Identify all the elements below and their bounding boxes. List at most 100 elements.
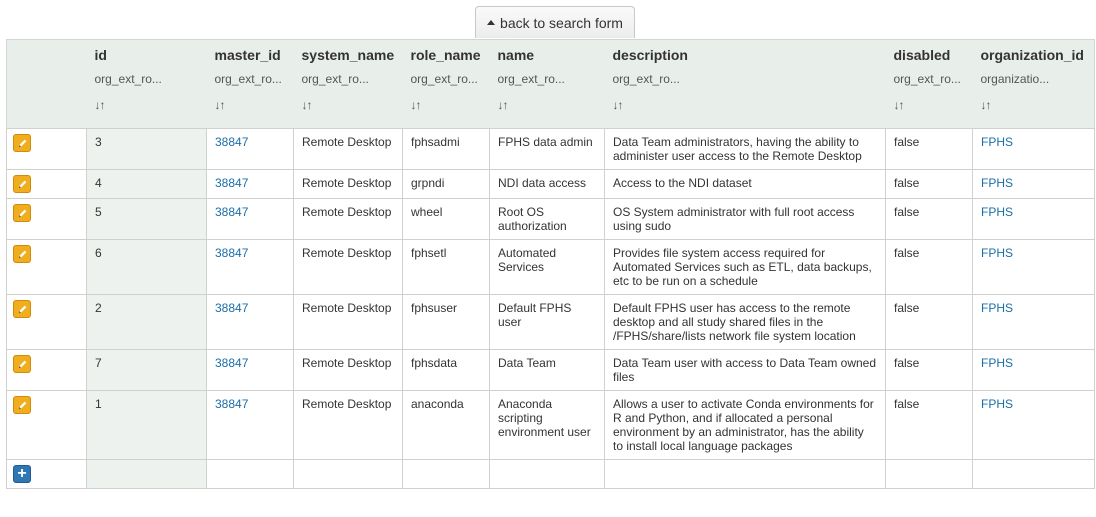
row-actions-cell xyxy=(6,198,87,240)
cell-master_id: 38847 xyxy=(206,198,294,240)
cell-name: Automated Services xyxy=(489,239,605,295)
header-actions-cell xyxy=(6,39,87,129)
edit-button[interactable] xyxy=(13,175,31,193)
master_id-link[interactable]: 38847 xyxy=(215,135,248,149)
header-disabled: disabled org_ext_ro... ↓↑ xyxy=(885,39,973,129)
master_id-link[interactable]: 38847 xyxy=(215,176,248,190)
master_id-link[interactable]: 38847 xyxy=(215,356,248,370)
organization_id-link[interactable]: FPHS xyxy=(981,356,1013,370)
back-to-search-button[interactable]: back to search form xyxy=(475,6,635,38)
organization_id-link[interactable]: FPHS xyxy=(981,397,1013,411)
pencil-icon xyxy=(17,400,28,411)
cell-disabled: false xyxy=(885,239,973,295)
organization_id-link[interactable]: FPHS xyxy=(981,246,1013,260)
cell-description: Data Team user with access to Data Team … xyxy=(604,349,886,391)
cell-id: 1 xyxy=(86,390,207,460)
cell-disabled: false xyxy=(885,390,973,460)
column-filter-master_id[interactable]: org_ext_ro... xyxy=(215,69,286,96)
column-title-organization_id[interactable]: organization_id xyxy=(981,40,1087,69)
header-id: id org_ext_ro... ↓↑ xyxy=(86,39,207,129)
edit-button[interactable] xyxy=(13,204,31,222)
cell-disabled: false xyxy=(885,198,973,240)
cell-role_name: fphsetl xyxy=(402,239,490,295)
cell-master_id: 38847 xyxy=(206,169,294,199)
cell-organization_id: FPHS xyxy=(972,128,1095,170)
sort-icon[interactable]: ↓↑ xyxy=(95,96,199,128)
column-filter-disabled[interactable]: org_ext_ro... xyxy=(894,69,965,96)
master_id-link[interactable]: 38847 xyxy=(215,301,248,315)
cell-system_name: Remote Desktop xyxy=(293,128,403,170)
row-actions-cell xyxy=(6,349,87,391)
row-actions-cell xyxy=(6,294,87,350)
column-title-description[interactable]: description xyxy=(613,40,878,69)
table-row: 2 38847 Remote Desktop fphsuser Default FPHS… xyxy=(6,294,1095,350)
table-body: 3 38847 Remote Desktop fphsadmi FPHS data ad… xyxy=(6,128,1095,489)
caret-up-icon xyxy=(487,19,496,25)
organization_id-link[interactable]: FPHS xyxy=(981,135,1013,149)
edit-button[interactable] xyxy=(13,355,31,373)
sort-icon[interactable]: ↓↑ xyxy=(498,96,597,128)
edit-button[interactable] xyxy=(13,134,31,152)
cell-role_name: wheel xyxy=(402,198,490,240)
cell-disabled: false xyxy=(885,349,973,391)
sort-icon[interactable]: ↓↑ xyxy=(411,96,482,128)
cell-organization_id: FPHS xyxy=(972,169,1095,199)
cell-description: OS System administrator with full root a… xyxy=(604,198,886,240)
column-title-disabled[interactable]: disabled xyxy=(894,40,965,69)
pencil-icon xyxy=(17,304,28,315)
table-row: 5 38847 Remote Desktop wheel Root OS authori… xyxy=(6,198,1095,240)
cell-organization_id: FPHS xyxy=(972,294,1095,350)
row-actions-cell xyxy=(6,128,87,170)
column-filter-organization_id[interactable]: organizatio... xyxy=(981,69,1087,96)
row-actions-cell xyxy=(6,390,87,460)
empty-cell xyxy=(293,459,403,489)
edit-button[interactable] xyxy=(13,245,31,263)
master_id-link[interactable]: 38847 xyxy=(215,246,248,260)
cell-id: 2 xyxy=(86,294,207,350)
column-filter-system_name[interactable]: org_ext_ro... xyxy=(302,69,395,96)
cell-master_id: 38847 xyxy=(206,128,294,170)
cell-description: Data Team administrators, having the abi… xyxy=(604,128,886,170)
master_id-link[interactable]: 38847 xyxy=(215,205,248,219)
empty-cell xyxy=(206,459,294,489)
results-table: id org_ext_ro... ↓↑ master_id org_ext_ro... ↓… xyxy=(6,39,1095,489)
column-title-id[interactable]: id xyxy=(95,40,199,69)
cell-disabled: false xyxy=(885,169,973,199)
table-row: 7 38847 Remote Desktop fphsdata Data Team Dat… xyxy=(6,349,1095,391)
column-title-master_id[interactable]: master_id xyxy=(215,40,286,69)
column-title-name[interactable]: name xyxy=(498,40,597,69)
column-filter-role_name[interactable]: org_ext_ro... xyxy=(411,69,482,96)
empty-cell xyxy=(489,459,605,489)
cell-name: Root OS authorization xyxy=(489,198,605,240)
header-role_name: role_name org_ext_ro... ↓↑ xyxy=(402,39,490,129)
cell-description: Access to the NDI dataset xyxy=(604,169,886,199)
cell-master_id: 38847 xyxy=(206,390,294,460)
organization_id-link[interactable]: FPHS xyxy=(981,301,1013,315)
organization_id-link[interactable]: FPHS xyxy=(981,205,1013,219)
cell-description: Provides file system access required for… xyxy=(604,239,886,295)
sort-icon[interactable]: ↓↑ xyxy=(302,96,395,128)
column-filter-name[interactable]: org_ext_ro... xyxy=(498,69,597,96)
pencil-icon xyxy=(17,208,28,219)
header-name: name org_ext_ro... ↓↑ xyxy=(489,39,605,129)
table-header-row: id org_ext_ro... ↓↑ master_id org_ext_ro... ↓… xyxy=(6,39,1095,129)
column-title-role_name[interactable]: role_name xyxy=(411,40,482,69)
add-row: + xyxy=(6,459,1095,489)
row-actions-cell xyxy=(6,169,87,199)
column-title-system_name[interactable]: system_name xyxy=(302,40,395,69)
cell-id: 3 xyxy=(86,128,207,170)
column-filter-description[interactable]: org_ext_ro... xyxy=(613,69,878,96)
add-record-button[interactable]: + xyxy=(13,465,31,483)
master_id-link[interactable]: 38847 xyxy=(215,397,248,411)
sort-icon[interactable]: ↓↑ xyxy=(981,96,1087,128)
cell-organization_id: FPHS xyxy=(972,390,1095,460)
column-filter-id[interactable]: org_ext_ro... xyxy=(95,69,199,96)
edit-button[interactable] xyxy=(13,396,31,414)
sort-icon[interactable]: ↓↑ xyxy=(894,96,965,128)
pencil-icon xyxy=(17,138,28,149)
back-to-search-label: back to search form xyxy=(500,14,623,31)
organization_id-link[interactable]: FPHS xyxy=(981,176,1013,190)
sort-icon[interactable]: ↓↑ xyxy=(613,96,878,128)
edit-button[interactable] xyxy=(13,300,31,318)
sort-icon[interactable]: ↓↑ xyxy=(215,96,286,128)
